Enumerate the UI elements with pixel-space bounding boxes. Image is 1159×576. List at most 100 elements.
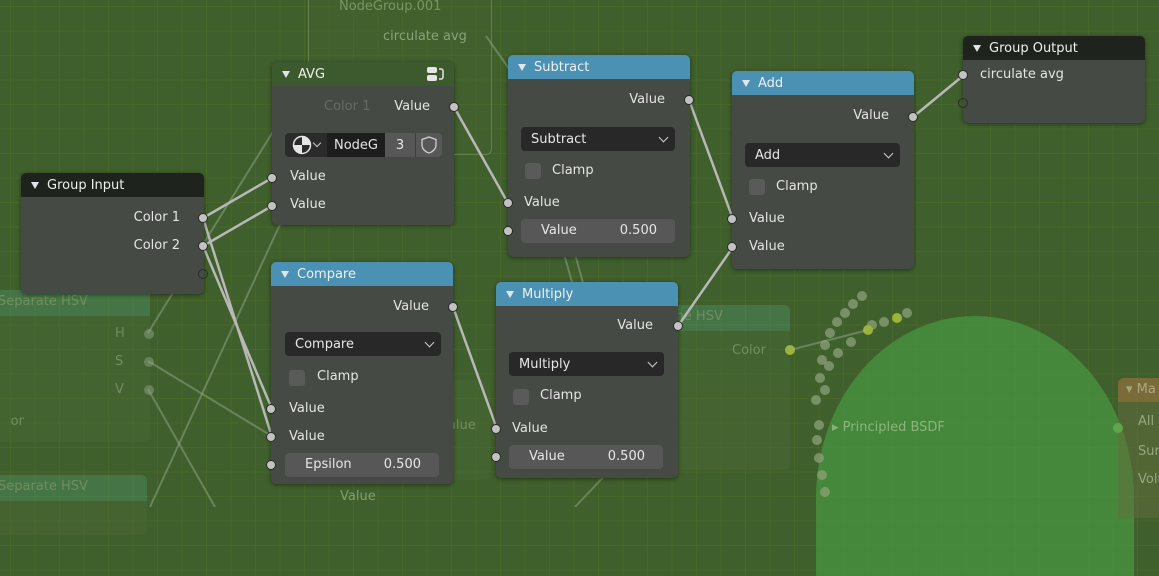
subtract-title: Subtract <box>534 59 590 75</box>
add-value-output-socket[interactable] <box>908 112 918 122</box>
node-tree-browse-button[interactable] <box>285 133 327 157</box>
bsdf-socket-dot <box>863 325 873 335</box>
collapse-triangle-icon[interactable] <box>973 44 981 52</box>
chevron-down-icon <box>883 148 894 159</box>
subtract-value-output-label: Value <box>629 92 665 107</box>
bsdf-socket-dot <box>814 420 824 430</box>
add-value-input-1-socket[interactable] <box>727 214 737 224</box>
avg-value-input-1-socket[interactable] <box>267 173 277 183</box>
group-output-node[interactable]: Group Output circulate avg <box>958 36 1145 123</box>
bsdf-socket-dot <box>811 395 821 405</box>
compare-value-input-1-label: Value <box>289 401 325 416</box>
collapse-triangle-icon[interactable] <box>282 70 290 78</box>
chevron-down-icon <box>312 138 322 148</box>
multiply-math-node[interactable]: Multiply Value Multiply Clamp Value Valu… <box>491 282 683 478</box>
avg-value-output-socket[interactable] <box>449 102 459 112</box>
node-group-name-field[interactable]: NodeG <box>327 133 385 157</box>
node-group-selector[interactable]: NodeG 3 <box>285 133 442 157</box>
bsdf-socket-dot <box>833 348 843 358</box>
avg-group-node[interactable]: AVG Color 1 Value NodeG 3 Value Value <box>267 62 459 225</box>
bsdf-socket-dot <box>820 487 830 497</box>
bsdf-socket-dot <box>824 361 834 371</box>
node-group-user-count[interactable]: 3 <box>385 133 415 157</box>
group-output-header[interactable]: Group Output <box>963 36 1145 60</box>
bsdf-socket-dot <box>814 453 824 463</box>
multiply-value-output-socket[interactable] <box>673 321 683 331</box>
multiply-field-label: Value <box>529 449 565 464</box>
empty-output-socket[interactable] <box>198 269 208 279</box>
collapse-triangle-icon[interactable] <box>742 79 750 87</box>
subtract-value-output-socket[interactable] <box>684 95 694 105</box>
compare-operation-dropdown[interactable]: Compare <box>285 332 441 356</box>
circulate-avg-input-socket[interactable] <box>958 70 968 80</box>
add-operation-dropdown[interactable]: Add <box>745 143 900 167</box>
node-editor-canvas[interactable]: NodeGroup.001 circulate avg Separate HSV… <box>0 0 1159 576</box>
multiply-operation-dropdown[interactable]: Multiply <box>509 352 664 376</box>
bsdf-socket-dot <box>820 340 830 350</box>
compare-value-input-2-socket[interactable] <box>266 432 276 442</box>
add-math-node[interactable]: Add Value Add Clamp Value Value <box>727 71 918 269</box>
bsdf-socket-dot <box>832 317 842 327</box>
avg-value-output-label: Value <box>394 99 430 114</box>
fake-user-shield-button[interactable] <box>415 133 442 157</box>
bsdf-socket-dot <box>812 435 822 445</box>
multiply-clamp-checkbox[interactable] <box>513 389 529 405</box>
avg-title: AVG <box>298 66 326 82</box>
compare-clamp-checkbox[interactable] <box>289 370 305 386</box>
group-input-header[interactable]: Group Input <box>21 173 204 197</box>
compare-value-output-socket[interactable] <box>448 302 458 312</box>
subtract-clamp-checkbox[interactable] <box>525 163 541 179</box>
collapse-triangle-icon[interactable] <box>31 181 39 189</box>
ghost-separate-hsv-node-2: Separate HSV <box>0 475 147 535</box>
multiply-value-input-socket[interactable] <box>491 424 501 434</box>
color-1-output-socket[interactable] <box>198 213 208 223</box>
avg-value-input-1-label: Value <box>290 169 326 184</box>
chevron-down-icon <box>424 337 435 348</box>
add-clamp-label: Clamp <box>776 179 818 194</box>
multiply-value-input-label: Value <box>512 421 548 436</box>
node-group-icon[interactable] <box>426 66 444 86</box>
collapse-triangle-icon[interactable] <box>518 63 526 71</box>
ghost-v-label: V <box>115 382 124 397</box>
add-header[interactable]: Add <box>732 71 914 95</box>
avg-value-input-2-socket[interactable] <box>267 201 277 211</box>
multiply-title: Multiply <box>522 286 574 302</box>
bsdf-socket-dot <box>846 337 856 347</box>
compare-header[interactable]: Compare <box>271 262 453 286</box>
subtract-clamp-label: Clamp <box>552 163 594 178</box>
multiply-value-field[interactable]: Value 0.500 <box>509 445 663 469</box>
bsdf-socket-dot <box>848 299 858 309</box>
group-input-node[interactable]: Group Input Color 1 Color 2 <box>21 173 208 294</box>
subtract-value-field-socket[interactable] <box>503 226 513 236</box>
compare-value-output-label: Value <box>393 299 429 314</box>
multiply-header[interactable]: Multiply <box>496 282 678 306</box>
bsdf-socket-dot <box>825 328 835 338</box>
compare-epsilon-input-socket[interactable] <box>266 460 276 470</box>
empty-input-socket[interactable] <box>958 98 968 108</box>
add-value-input-1-label: Value <box>749 211 785 226</box>
color-1-output-label: Color 1 <box>133 210 180 225</box>
subtract-operation-dropdown[interactable]: Subtract <box>521 127 675 151</box>
compare-epsilon-field[interactable]: Epsilon 0.500 <box>285 453 439 477</box>
epsilon-value: 0.500 <box>383 457 421 472</box>
add-clamp-checkbox[interactable] <box>749 179 765 195</box>
collapse-triangle-icon[interactable] <box>281 270 289 278</box>
add-value-input-2-socket[interactable] <box>727 242 737 252</box>
bsdf-socket-dot <box>817 470 827 480</box>
subtract-value-input-socket[interactable] <box>503 198 513 208</box>
principled-bsdf-overlay <box>816 316 1134 576</box>
multiply-value-field-socket[interactable] <box>491 452 501 462</box>
ghost-nodegroup-output: circulate avg <box>383 29 467 44</box>
color-2-output-label: Color 2 <box>133 238 180 253</box>
subtract-math-node[interactable]: Subtract Value Subtract Clamp Value Valu… <box>503 55 694 257</box>
subtract-value-field[interactable]: Value 0.500 <box>521 219 675 243</box>
subtract-header[interactable]: Subtract <box>508 55 690 79</box>
avg-header[interactable]: AVG <box>272 62 454 86</box>
bsdf-socket-dot <box>820 385 830 395</box>
compare-math-node[interactable]: Compare Value Compare Clamp Value Value … <box>266 262 458 484</box>
color-2-output-socket[interactable] <box>198 241 208 251</box>
compare-value-input-1-socket[interactable] <box>266 404 276 414</box>
ghost-color-1-label: Color 1 <box>324 99 371 114</box>
collapse-triangle-icon[interactable] <box>506 290 514 298</box>
ghost-material-surface: Surf <box>1138 444 1159 459</box>
